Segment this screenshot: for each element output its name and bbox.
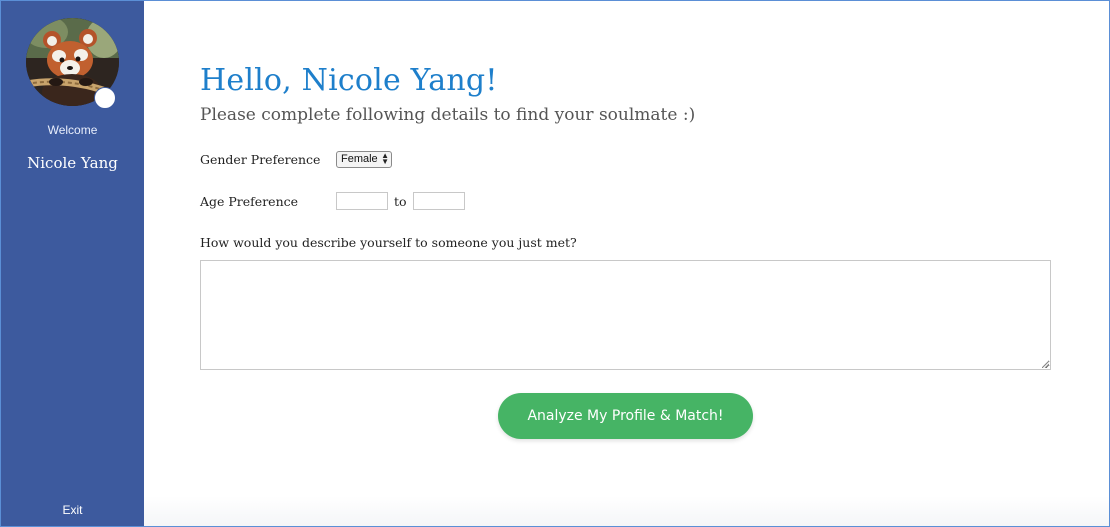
sidebar: Welcome Nicole Yang Exit <box>1 1 144 526</box>
age-preference-label: Age Preference <box>200 194 299 209</box>
age-to-label: to <box>394 194 407 209</box>
resize-grip-icon[interactable] <box>1042 361 1049 368</box>
page-title: Hello, Nicole Yang! <box>200 63 498 98</box>
describe-yourself-label: How would you describe yourself to someo… <box>200 235 577 250</box>
analyze-profile-button[interactable]: Analyze My Profile & Match! <box>498 393 753 439</box>
status-dot-icon <box>94 87 116 109</box>
app-window: Welcome Nicole Yang Exit Hello, Nicole Y… <box>0 0 1110 527</box>
age-to-input[interactable] <box>413 192 465 210</box>
gender-preference-select[interactable]: Female ▲ ▼ <box>336 151 392 168</box>
welcome-label: Welcome <box>47 123 98 137</box>
gender-preference-label: Gender Preference <box>200 152 321 167</box>
gender-selected-value: Female <box>341 153 378 165</box>
footer-shadow <box>144 496 1109 526</box>
main-content: Hello, Nicole Yang! Please complete foll… <box>144 1 1109 526</box>
select-caret-icon: ▲ ▼ <box>381 151 389 166</box>
age-from-input[interactable] <box>336 192 388 210</box>
describe-yourself-textarea[interactable] <box>200 260 1051 370</box>
exit-link[interactable]: Exit <box>1 503 144 517</box>
page-subtitle: Please complete following details to fin… <box>200 105 696 125</box>
user-name: Nicole Yang <box>27 154 118 172</box>
